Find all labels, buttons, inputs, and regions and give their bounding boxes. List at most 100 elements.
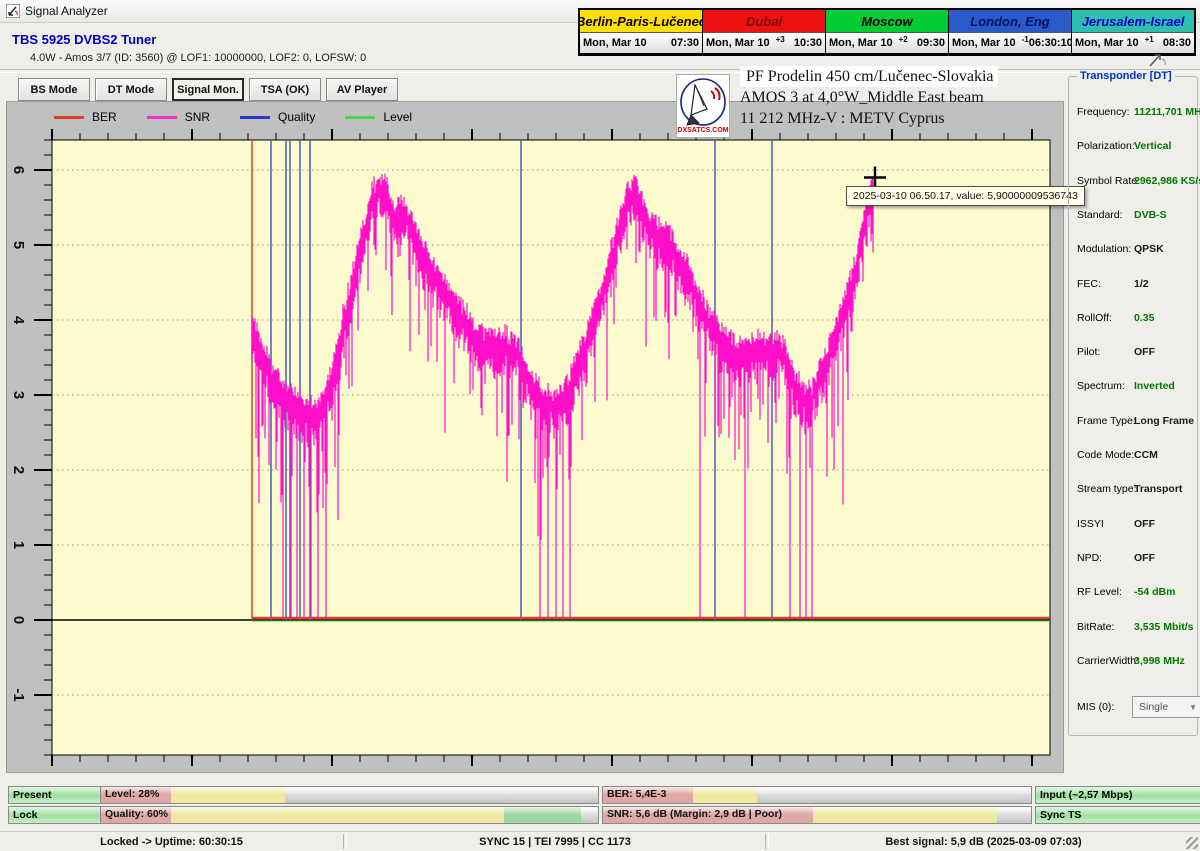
tp-field-value: Transport	[1134, 483, 1182, 495]
clock-city: Jerusalem-Israel	[1072, 10, 1194, 32]
clock-time: 07:30	[671, 37, 699, 49]
y-tick-label: 1	[10, 541, 27, 549]
progress-level: Level: 28%	[100, 786, 599, 804]
mis-dropdown[interactable]: Single ▼	[1132, 696, 1200, 718]
tp-field-label: Stream type:	[1077, 483, 1137, 495]
bar-gloss	[603, 787, 1031, 794]
tp-field-modulation-: Modulation: QPSK	[1077, 242, 1193, 256]
tp-field-value: QPSK	[1134, 243, 1164, 255]
app-icon	[6, 4, 20, 18]
y-tick-label: 3	[10, 391, 27, 399]
clock-date: Mon, Mar 10	[583, 37, 647, 49]
tab-av-player[interactable]: AV Player	[326, 78, 398, 101]
tp-field-label: Symbol Rate:	[1077, 175, 1140, 187]
clock-utc-offset: +2	[899, 35, 908, 44]
tp-field-label: Polarization:	[1077, 140, 1135, 152]
clock-datetime: Mon, Mar 10 +2 09:30	[826, 32, 948, 53]
tp-field-label: Code Mode:	[1077, 449, 1134, 461]
chevron-down-icon: ▼	[1189, 703, 1197, 712]
tp-field-value: 1/2	[1134, 278, 1149, 290]
dxsatcs-logo: DXSATCS.COM	[676, 74, 730, 138]
tp-field-standard-: Standard: DVB-S	[1077, 208, 1193, 222]
window-title: Signal Analyzer	[25, 4, 108, 18]
clock-jerusalem-israel: Jerusalem-Israel Mon, Mar 10 +1 08:30	[1071, 10, 1194, 54]
plot-area[interactable]	[52, 140, 1050, 755]
tab-signal-mon-[interactable]: Signal Mon.	[172, 78, 244, 101]
tp-field-value: CCM	[1134, 449, 1158, 461]
tp-field-value: Long Frame	[1134, 415, 1194, 427]
tp-field-code-mode-: Code Mode: CCM	[1077, 448, 1193, 462]
tp-field-issyi: ISSYI OFF	[1077, 517, 1193, 531]
badge-input-2-57-mbps-: Input (~2,57 Mbps)	[1035, 786, 1200, 804]
tuner-title: TBS 5925 DVBS2 Tuner	[12, 32, 156, 47]
tp-field-bitrate-: BitRate: 3,535 Mbit/s	[1077, 620, 1193, 634]
world-clock-panel: Berlin-Paris-Lučenec Mon, Mar 10 07:30Du…	[578, 8, 1196, 56]
tp-field-label: RF Level:	[1077, 586, 1122, 598]
clock-date: Mon, Mar 10	[829, 37, 893, 49]
tp-field-value: OFF	[1134, 346, 1155, 358]
bar-label: Quality: 60%	[105, 808, 168, 820]
cursor-tooltip: 2025-03-10 06.50.17, value: 5,9000000953…	[846, 186, 1085, 206]
status-uptime: Locked -> Uptime: 60:30:15	[0, 832, 343, 851]
tp-field-fec-: FEC: 1/2	[1077, 277, 1193, 291]
tab-tsa-ok-[interactable]: TSA (OK)	[249, 78, 321, 101]
tp-field-value: OFF	[1134, 552, 1155, 564]
clock-time: 09:30	[917, 37, 945, 49]
bar-gloss	[101, 807, 598, 814]
y-tick-label: 5	[10, 241, 27, 249]
bar-label: Level: 28%	[105, 788, 159, 800]
tp-field-pilot-: Pilot: OFF	[1077, 345, 1193, 359]
tp-field-label: Frequency:	[1077, 106, 1130, 118]
tp-field-rf-level-: RF Level: -54 dBm	[1077, 585, 1193, 599]
clock-date: Mon, Mar 10	[1075, 37, 1139, 49]
transponder-title: Transponder [DT]	[1077, 70, 1175, 82]
tp-field-value: 0.35	[1134, 312, 1154, 324]
tab-bs-mode[interactable]: BS Mode	[18, 78, 90, 101]
tp-field-value: -54 dBm	[1134, 586, 1175, 598]
y-tick-label: 6	[10, 166, 27, 174]
y-tick-label: 2	[10, 466, 27, 474]
tp-field-value: 2962,986 KS/s	[1134, 175, 1200, 187]
y-tick-label: 0	[10, 616, 27, 624]
tp-field-value: 3,998 MHz	[1134, 655, 1185, 667]
resize-grip[interactable]	[1186, 837, 1198, 849]
clock-city: Berlin-Paris-Lučenec	[580, 10, 702, 32]
badge-present: Present	[8, 786, 102, 804]
clock-time: 08:30	[1163, 37, 1191, 49]
tp-field-mis: MIS (0): Single ▼	[1077, 700, 1193, 714]
clock-moscow: Moscow Mon, Mar 10 +2 09:30	[825, 10, 948, 54]
tp-field-polarization-: Polarization: Vertical	[1077, 139, 1193, 153]
tp-field-spectrum-: Spectrum: Inverted	[1077, 379, 1193, 393]
clock-utc-offset: +3	[776, 35, 785, 44]
tp-field-label: MIS (0):	[1077, 701, 1114, 713]
tp-field-frame-type-: Frame Type: Long Frame	[1077, 414, 1193, 428]
tp-field-frequency-: Frequency: 11211,701 MHz	[1077, 105, 1193, 119]
clock-time: 06:30:10	[1029, 37, 1073, 49]
tp-field-label: BitRate:	[1077, 621, 1114, 633]
clock-time: 10:30	[794, 37, 822, 49]
tuner-subtitle: 4.0W - Amos 3/7 (ID: 3560) @ LOF1: 10000…	[30, 52, 366, 64]
bar-label: SNR: 5,6 dB (Margin: 2,9 dB | Poor)	[607, 808, 782, 820]
clock-utc-offset: -1	[1022, 35, 1029, 44]
tp-field-value: Vertical	[1134, 140, 1171, 152]
clock-city: London, Eng	[949, 10, 1071, 32]
status-bar: Locked -> Uptime: 60:30:15 SYNC 15 | TEI…	[0, 831, 1200, 851]
station-line-3: 11 212 MHz-V : METV Cyprus	[740, 108, 945, 129]
tp-field-label: Standard:	[1077, 209, 1123, 221]
antenna-icon	[1148, 53, 1170, 67]
bar-label: BER: 5,4E-3	[607, 788, 667, 800]
clock-date: Mon, Mar 10	[952, 37, 1016, 49]
tp-field-label: RollOff:	[1077, 312, 1112, 324]
clock-city: Moscow	[826, 10, 948, 32]
y-tick-label: 4	[10, 316, 27, 325]
tp-field-value: 3,535 Mbit/s	[1134, 621, 1194, 633]
progress-ber: BER: 5,4E-3	[602, 786, 1032, 804]
tp-field-label: CarrierWidth:	[1077, 655, 1139, 667]
tp-field-value: Inverted	[1134, 380, 1175, 392]
tp-field-label: Spectrum:	[1077, 380, 1125, 392]
badge-sync-ts: Sync TS	[1035, 806, 1200, 824]
tp-field-stream-type-: Stream type: Transport	[1077, 482, 1193, 496]
tp-field-label: Modulation:	[1077, 243, 1131, 255]
tab-dt-mode[interactable]: DT Mode	[95, 78, 167, 101]
badge-lock: Lock	[8, 806, 102, 824]
